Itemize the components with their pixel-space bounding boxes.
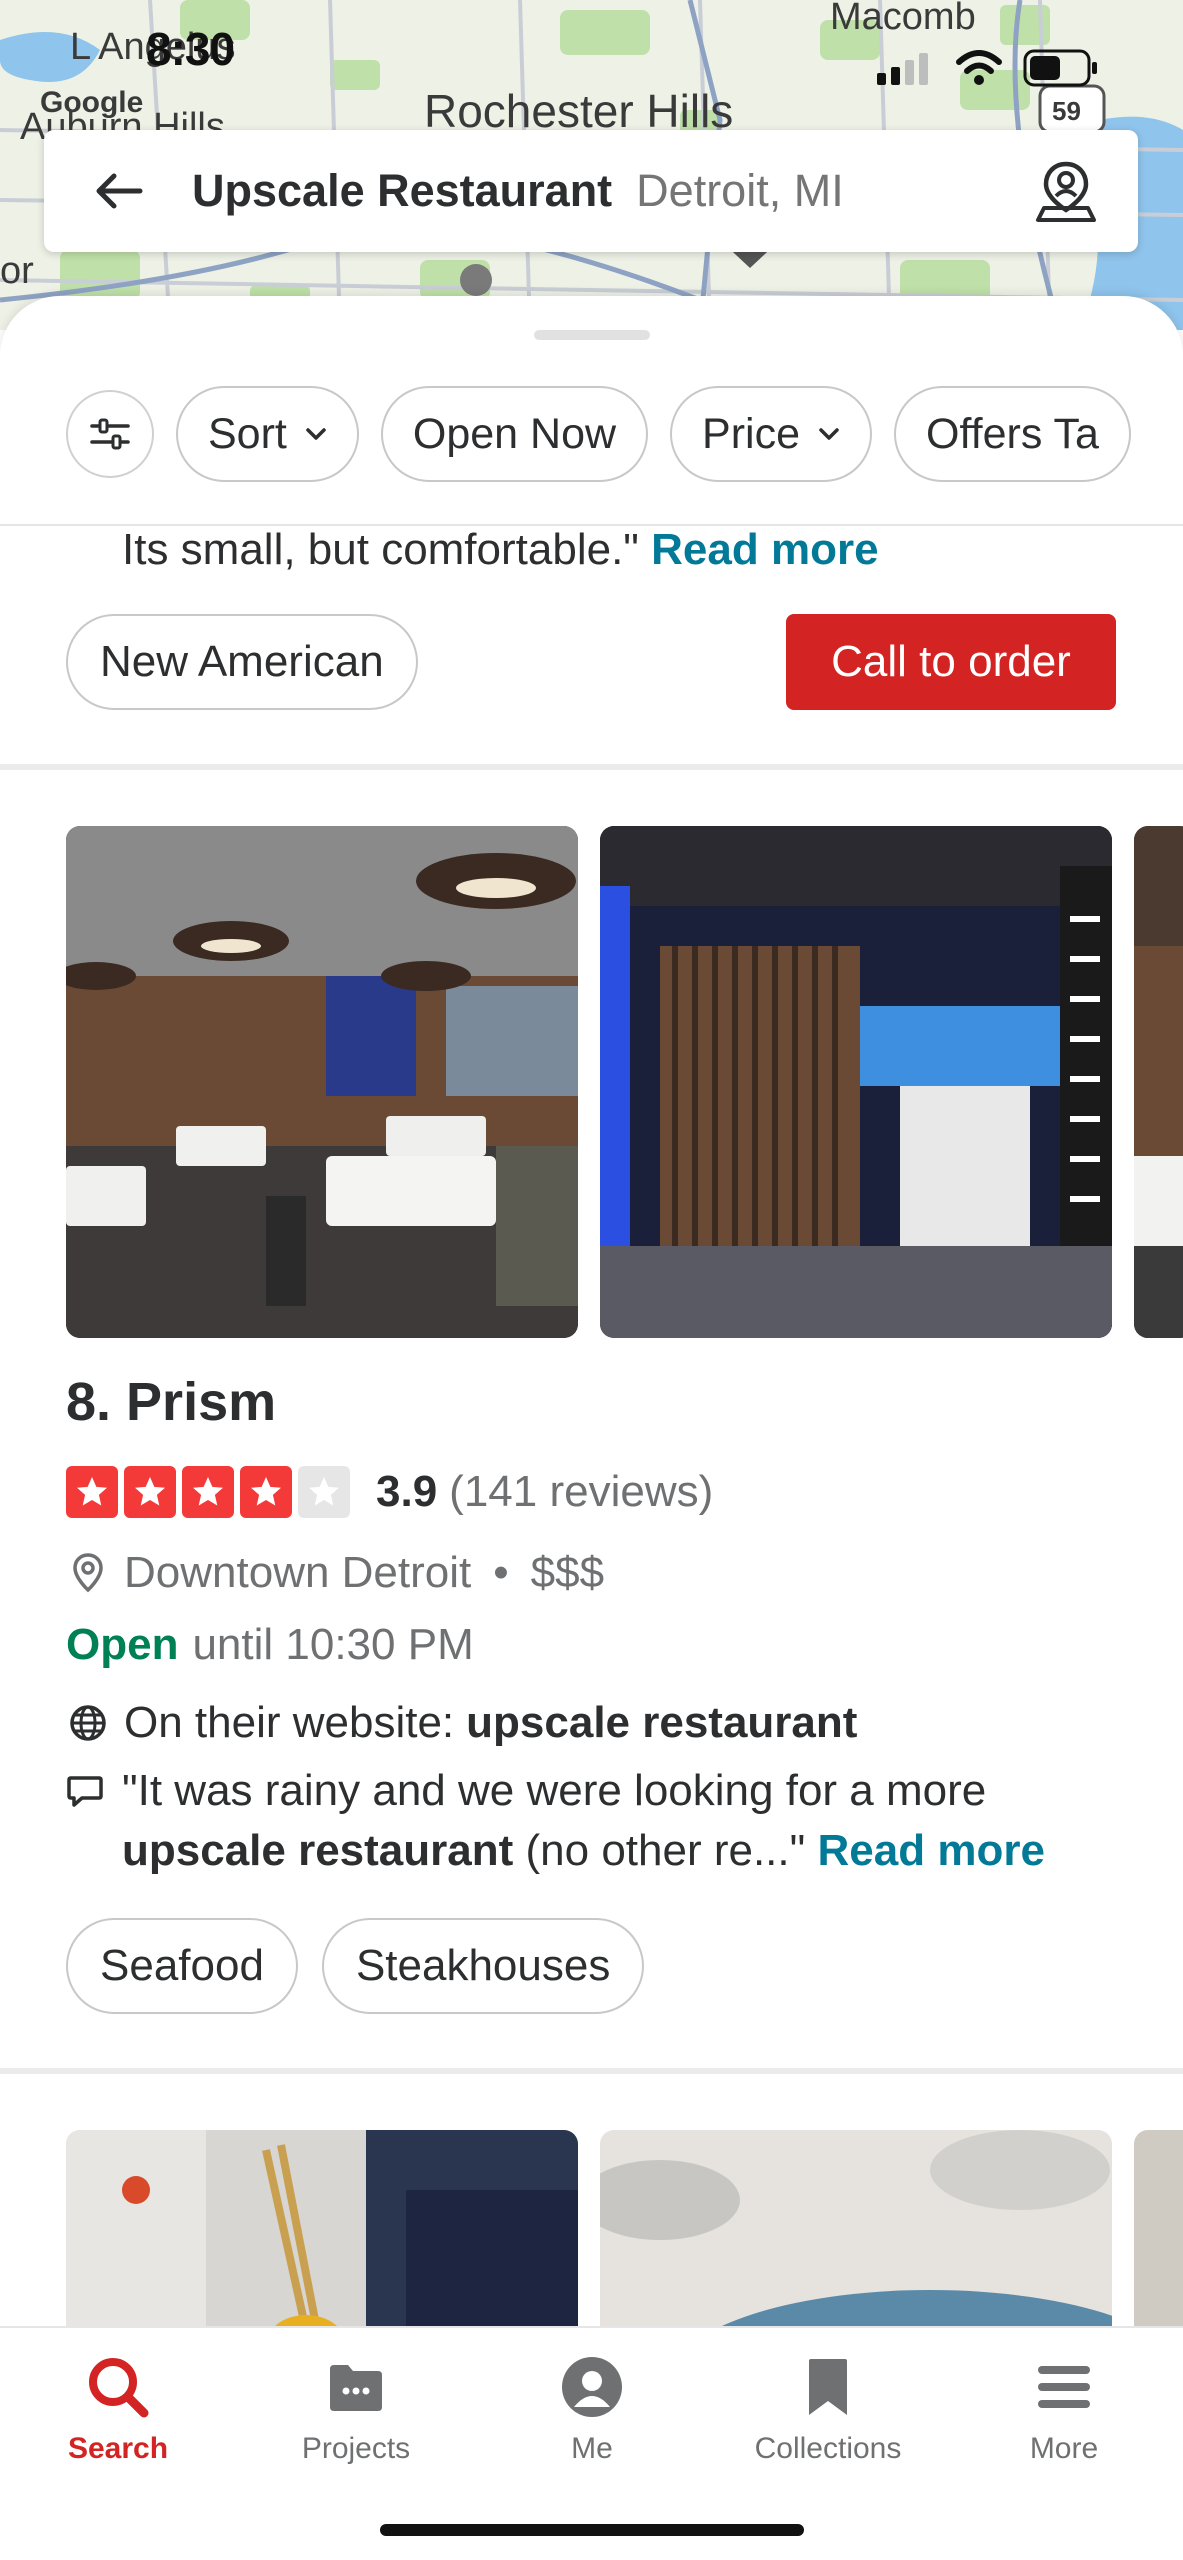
all-filters-button[interactable] (66, 390, 154, 478)
battery-icon (1023, 49, 1097, 87)
offers-chip-label: Offers Ta (926, 409, 1099, 458)
collections-bookmark-icon (793, 2352, 863, 2422)
review-snippet: "It was rainy and we were looking for a … (66, 1761, 1126, 1881)
website-line: On their website: upscale restaurant (66, 1698, 857, 1748)
tab-collections-label: Collections (754, 2432, 902, 2465)
star-icon (240, 1466, 292, 1518)
business-photo-bar[interactable] (600, 826, 1112, 1338)
review-count[interactable]: (141 reviews) (449, 1467, 713, 1517)
search-query-text[interactable]: Upscale Restaurant (192, 165, 612, 217)
home-indicator[interactable] (380, 2524, 804, 2536)
snippet-text-close: (no other re..." (513, 1826, 806, 1875)
call-to-order-button[interactable]: Call to order (786, 614, 1116, 710)
business-name[interactable]: 8. Prism (66, 1371, 276, 1433)
category-pill-new-american[interactable]: New American (66, 614, 418, 710)
open-status: Open (66, 1620, 179, 1669)
wifi-icon (956, 50, 1002, 85)
business-photo-partial[interactable] (1134, 826, 1183, 1338)
previous-snippet-text: Its small, but comfortable." (122, 525, 639, 574)
tab-me-label: Me (571, 2432, 613, 2465)
map-highway-shield: 59 (1052, 96, 1081, 126)
website-match: upscale restaurant (466, 1698, 858, 1747)
sort-filter-chip[interactable]: Sort (176, 386, 359, 482)
rating-row: 3.9 (141 reviews) (66, 1466, 713, 1518)
category-row: Seafood Steakhouses (66, 1918, 645, 2014)
read-more-link[interactable]: Read more (818, 1826, 1045, 1875)
filter-bar: Sort Open Now Price Offers Ta (0, 384, 1183, 484)
open-now-chip-label: Open Now (412, 409, 617, 458)
business-photo-dining-room[interactable] (66, 826, 578, 1338)
partial-photo (1134, 826, 1183, 1338)
offers-filter-chip[interactable]: Offers Ta (894, 386, 1131, 482)
map-pin-person-icon (1036, 161, 1096, 222)
location-line: Downtown Detroit • $$$ (66, 1548, 604, 1598)
sheet-grabber[interactable] (534, 330, 650, 340)
hours-line: Open until 10:30 PM (66, 1620, 474, 1670)
tab-more-label: More (1029, 2432, 1099, 2465)
map-label-edge: or (0, 250, 34, 292)
tab-collections[interactable]: Collections (738, 2352, 918, 2466)
search-location-text[interactable]: Detroit, MI (636, 165, 844, 217)
search-bar[interactable]: Upscale Restaurant Detroit, MI (44, 130, 1138, 252)
star-icon (298, 1466, 350, 1518)
globe-icon (66, 1701, 110, 1745)
tab-me[interactable]: Me (502, 2352, 682, 2466)
chevron-down-icon (819, 428, 839, 440)
result-divider (0, 2068, 1183, 2074)
open-now-filter-chip[interactable]: Open Now (380, 386, 649, 482)
category-pill-steakhouses[interactable]: Steakhouses (321, 1918, 645, 2014)
more-menu-icon (1029, 2352, 1099, 2422)
tab-search-label: Search (67, 2432, 169, 2465)
separator-dot: • (493, 1548, 509, 1597)
bar-photo (600, 826, 1112, 1338)
results-sheet[interactable]: Sort Open Now Price Offers Ta Its small,… (0, 296, 1183, 2560)
back-arrow-icon (96, 173, 143, 209)
tab-more[interactable]: More (974, 2352, 1154, 2466)
status-icons (875, 48, 1099, 88)
tab-search[interactable]: Search (28, 2352, 208, 2466)
rating-value: 3.9 (376, 1467, 438, 1516)
previous-read-more-link[interactable]: Read more (651, 525, 878, 574)
website-label: On their website: (124, 1698, 455, 1747)
previous-category-row: New American (66, 614, 418, 710)
me-avatar-icon (557, 2352, 627, 2422)
status-time: 8:30 (146, 23, 235, 75)
price-chip-label: Price (702, 409, 801, 458)
snippet-match: upscale restaurant (122, 1826, 514, 1875)
previous-review-snippet: Its small, but comfortable." Read more (122, 520, 879, 580)
dining-room-photo (66, 826, 578, 1338)
star-icon (124, 1466, 176, 1518)
search-icon (83, 2352, 153, 2422)
back-button[interactable] (44, 130, 194, 252)
price-level: $$$ (530, 1548, 605, 1597)
tab-projects-label: Projects (301, 2432, 411, 2465)
cellular-signal-icon (877, 53, 928, 85)
price-filter-chip[interactable]: Price (670, 386, 873, 482)
map-label-macomb: Macomb (830, 0, 976, 38)
sort-chip-label: Sort (208, 409, 287, 458)
location-pin-icon (66, 1551, 110, 1595)
star-rating (66, 1466, 350, 1518)
chevron-down-icon (306, 428, 326, 440)
category-pill-seafood[interactable]: Seafood (66, 1918, 298, 2014)
speech-bubble-icon (66, 1769, 110, 1813)
result-divider (0, 764, 1183, 770)
tab-projects[interactable]: Projects (266, 2352, 446, 2466)
filter-sliders-icon (90, 418, 130, 450)
map-toggle-button[interactable] (1032, 158, 1100, 226)
star-icon (182, 1466, 234, 1518)
hours-text: until 10:30 PM (192, 1620, 474, 1669)
neighborhood: Downtown Detroit (124, 1548, 472, 1597)
star-icon (66, 1466, 118, 1518)
snippet-text-open: "It was rainy and we were looking for a … (122, 1766, 987, 1815)
projects-folder-icon (321, 2352, 391, 2422)
